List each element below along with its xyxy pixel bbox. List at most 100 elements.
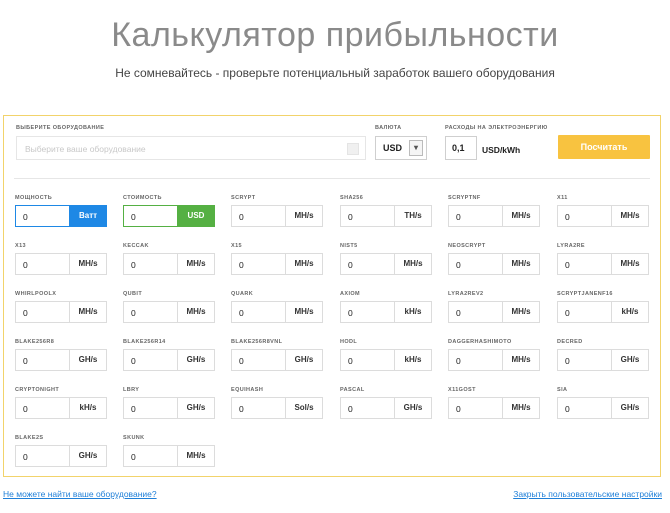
hashrate-field: Hodl 0 kH/s [340,339,432,371]
hashrate-field: Decred 0 GH/s [557,339,649,371]
field-input[interactable]: 0 GH/s [557,349,649,371]
field-value: 0 [565,260,570,270]
field-unit: kH/s [394,350,431,370]
close-settings-link[interactable]: Закрыть пользовательские настройки [513,489,662,499]
equipment-label: Выберите оборудование [16,125,105,131]
currency-select[interactable]: USD ▾ [375,136,427,160]
field-input[interactable]: 0 GH/s [231,349,323,371]
field-unit: MH/s [502,350,539,370]
field-input[interactable]: 0 GH/s [15,349,107,371]
field-input[interactable]: 0 MH/s [231,301,323,323]
hashrate-field: Lyra2RE 0 MH/s [557,243,649,275]
field-input[interactable]: 0 USD [123,205,215,227]
field-value: 0 [456,404,461,414]
field-unit: Sol/s [285,398,322,418]
field-unit: MH/s [69,254,106,274]
field-label: Scrypt [231,195,256,201]
field-label: SHA256 [340,195,364,201]
equipment-placeholder: Выберите ваше оборудование [25,144,146,154]
field-label: X11Gost [448,387,476,393]
field-input[interactable]: 0 MH/s [123,445,215,467]
field-value: 0 [23,308,28,318]
field-label: NeoScrypt [448,243,486,249]
field-label: Keccak [123,243,149,249]
field-value: 0 [456,308,461,318]
field-input[interactable]: 0 TH/s [340,205,432,227]
field-value: 0 [456,212,461,222]
field-input[interactable]: 0 MH/s [448,253,540,275]
field-value: 0 [565,404,570,414]
field-value: 0 [456,356,461,366]
field-input[interactable]: 0 MH/s [231,205,323,227]
field-input[interactable]: 0 GH/s [557,397,649,419]
field-label: Axiom [340,291,361,297]
currency-value: USD [383,143,403,153]
field-input[interactable]: 0 GH/s [340,397,432,419]
field-unit: MH/s [285,206,322,226]
hashrate-field: Axiom 0 kH/s [340,291,432,323]
equipment-select[interactable]: Выберите ваше оборудование [16,136,366,160]
field-value: 0 [565,308,570,318]
field-unit: USD [177,206,214,226]
field-value: 0 [131,356,136,366]
field-value: 0 [456,260,461,270]
hashrate-field: DaggerHashimoto 0 MH/s [448,339,540,371]
field-input[interactable]: 0 MH/s [15,253,107,275]
field-value: 0 [23,212,28,222]
field-unit: MH/s [611,254,648,274]
field-label: Мощность [15,195,53,201]
field-input[interactable]: 0 MH/s [123,253,215,275]
field-input[interactable]: 0 GH/s [123,349,215,371]
field-label: X13 [15,243,26,249]
hashrate-field: X11 0 MH/s [557,195,649,227]
field-input[interactable]: 0 MH/s [448,301,540,323]
field-unit: MH/s [611,206,648,226]
field-input[interactable]: 0 Sol/s [231,397,323,419]
field-input[interactable]: 0 kH/s [15,397,107,419]
field-label: Blake2s [15,435,44,441]
field-value: 0 [348,356,353,366]
field-value: 0 [239,308,244,318]
field-label: Quark [231,291,254,297]
field-value: 0 [23,452,28,462]
field-input[interactable]: 0 MH/s [557,205,649,227]
field-input[interactable]: 0 MH/s [340,253,432,275]
hashrate-field: X15 0 MH/s [231,243,323,275]
chevron-down-icon[interactable]: ▾ [409,140,423,156]
field-input[interactable]: 0 kH/s [340,301,432,323]
field-input[interactable]: 0 MH/s [448,349,540,371]
field-input[interactable]: 0 MH/s [557,253,649,275]
field-input[interactable]: 0 Ватт [15,205,107,227]
field-unit: MH/s [177,446,214,466]
calculate-button[interactable]: Посчитать [558,135,650,159]
field-input[interactable]: 0 GH/s [123,397,215,419]
field-input[interactable]: 0 MH/s [448,205,540,227]
field-input[interactable]: 0 kH/s [557,301,649,323]
field-value: 0 [239,260,244,270]
field-input[interactable]: 0 GH/s [15,445,107,467]
field-value: 0 [348,308,353,318]
field-unit: MH/s [502,398,539,418]
field-unit: GH/s [611,398,648,418]
field-input[interactable]: 0 MH/s [123,301,215,323]
power-cost-input[interactable]: 0,1 [445,136,477,160]
field-value: 0 [23,356,28,366]
hashrate-field: Blake256R14 0 GH/s [123,339,215,371]
hashrate-field: X11Gost 0 MH/s [448,387,540,419]
hashrate-field: NeoScrypt 0 MH/s [448,243,540,275]
power-cost-unit: USD/kWh [482,145,521,155]
hashrate-field: Мощность 0 Ватт [15,195,107,227]
hashrate-field: WhirlpoolX 0 MH/s [15,291,107,323]
field-input[interactable]: 0 MH/s [448,397,540,419]
field-value: 0 [131,404,136,414]
field-unit: MH/s [285,254,322,274]
hashrate-field: Keccak 0 MH/s [123,243,215,275]
field-input[interactable]: 0 MH/s [15,301,107,323]
field-input[interactable]: 0 kH/s [340,349,432,371]
field-label: ScryptNf [448,195,481,201]
field-input[interactable]: 0 MH/s [231,253,323,275]
field-value: 0 [565,212,570,222]
equipment-not-found-link[interactable]: Не можете найти ваше оборудование? [3,489,157,499]
field-label: Equihash [231,387,264,393]
hashrate-field: Blake256R8vnl 0 GH/s [231,339,323,371]
